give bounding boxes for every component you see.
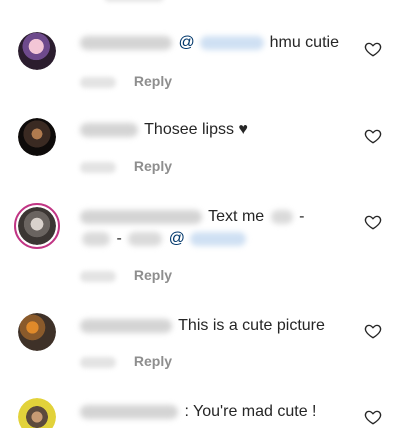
avatar[interactable] (18, 313, 56, 351)
heart-outline-icon[interactable] (364, 322, 382, 340)
timestamp (80, 161, 116, 173)
heart-outline-icon[interactable] (364, 40, 382, 58)
username[interactable] (80, 404, 178, 419)
comment-text: This is a cute picture (80, 316, 325, 336)
reply-button[interactable]: Reply (134, 353, 172, 369)
comment-text-line-1: Text me - (80, 207, 304, 227)
comment-body: hmu cutie (269, 34, 339, 51)
timestamp (80, 76, 116, 88)
mention-username[interactable] (190, 231, 247, 246)
timestamp (80, 356, 116, 368)
redacted-number (128, 231, 163, 246)
heart-outline-icon[interactable] (364, 127, 382, 145)
comment-text: : You're mad cute ! (80, 402, 316, 422)
reply-button[interactable]: Reply (134, 158, 172, 174)
mention-at: @ (178, 34, 195, 51)
heart-outline-icon[interactable] (364, 408, 382, 426)
reply-button[interactable]: Reply (134, 267, 172, 283)
redacted-number (270, 209, 293, 224)
comment-body: Thosee lipss ♥ (144, 121, 248, 138)
comment-meta: Reply (80, 158, 172, 174)
username[interactable] (80, 209, 202, 224)
comment-text: Thosee lipss ♥ (80, 120, 248, 140)
comment-body-dash: - (116, 230, 122, 247)
username[interactable] (80, 318, 172, 333)
comment-body: This is a cute picture (178, 317, 325, 334)
mention-at: @ (168, 230, 185, 247)
username[interactable] (80, 122, 138, 137)
comment-body-tail: - (299, 208, 305, 225)
comment-meta: Reply (80, 353, 172, 369)
comment-text-line-2: - @ (80, 229, 247, 249)
comment-meta: Reply (80, 267, 172, 283)
avatar[interactable] (18, 118, 56, 156)
comment-body: Text me (208, 208, 265, 225)
username[interactable] (80, 35, 172, 50)
comment-text: @ hmu cutie (80, 33, 339, 53)
timestamp (80, 270, 116, 282)
heart-outline-icon[interactable] (364, 213, 382, 231)
previous-comment-fragment (0, 0, 408, 4)
redacted-number (82, 231, 110, 246)
comment-meta: Reply (80, 73, 172, 89)
comment-body: : You're mad cute ! (184, 403, 317, 420)
reply-button[interactable]: Reply (134, 73, 172, 89)
mention-username[interactable] (200, 35, 265, 50)
avatar[interactable] (18, 398, 56, 428)
avatar-with-story-ring[interactable] (14, 203, 60, 249)
avatar[interactable] (18, 32, 56, 70)
